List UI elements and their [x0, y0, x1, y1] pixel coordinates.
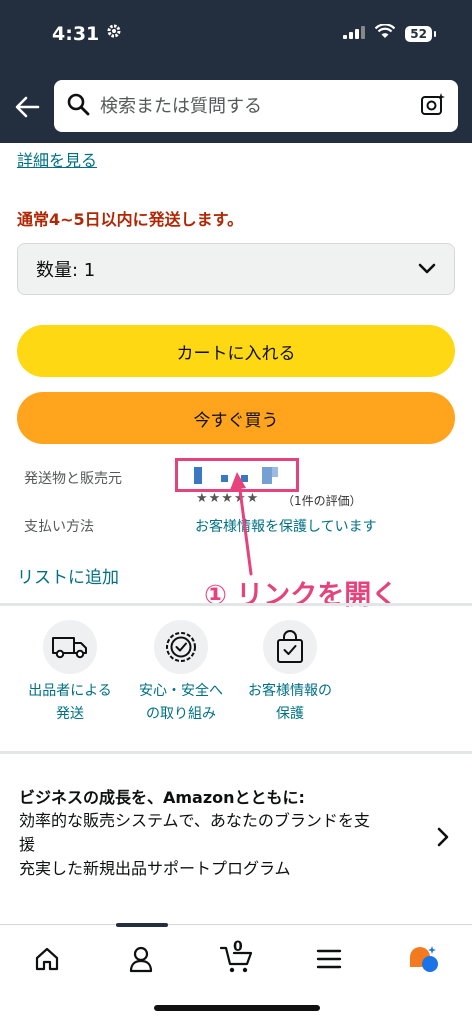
- section-divider: [0, 603, 472, 606]
- annotation-arrow: [230, 472, 253, 576]
- feature-label-line1: 安心・安全へ: [139, 683, 223, 699]
- wifi-icon: [374, 23, 396, 43]
- signal-icon: [343, 24, 366, 43]
- nav-home[interactable]: [27, 943, 67, 979]
- payment-secure-link[interactable]: お客様情報を保護しています: [195, 516, 377, 536]
- clock-text: 4:31: [52, 22, 100, 45]
- camera-search-icon[interactable]: [420, 91, 446, 121]
- truck-icon: [43, 620, 97, 674]
- gear-icon: [105, 22, 123, 45]
- business-promo-line: 援: [19, 835, 36, 854]
- quantity-select[interactable]: 数量: 1: [17, 243, 455, 295]
- feature-seller-shipping[interactable]: 出品者による 発送: [10, 620, 130, 726]
- buy-now-button[interactable]: 今すぐ買う: [17, 392, 455, 444]
- back-arrow-icon[interactable]: [12, 92, 42, 122]
- status-time: 4:31: [52, 22, 123, 45]
- home-indicator: [154, 1005, 320, 1011]
- business-promo-line: 充実した新規出品サポートプログラム: [19, 859, 291, 878]
- user-icon: [128, 945, 154, 977]
- chevron-down-icon: [418, 259, 436, 280]
- feature-label-line2: 発送: [56, 706, 84, 722]
- home-icon: [34, 946, 60, 976]
- assistant-icon: [406, 944, 440, 978]
- app-header: 4:31 52: [0, 0, 472, 143]
- badge-check-icon: [154, 620, 208, 674]
- quantity-label: 数量: 1: [36, 260, 96, 281]
- active-tab-indicator: [116, 923, 168, 927]
- menu-icon: [316, 948, 342, 974]
- business-promo-title: ビジネスの成長を、Amazonとともに:: [19, 788, 305, 807]
- search-icon: [66, 92, 90, 120]
- status-icons: 52: [343, 23, 436, 43]
- feature-label-line1: お客様情報の: [248, 683, 332, 699]
- feature-label-line2: の取り組み: [146, 706, 216, 722]
- nav-assistant[interactable]: [403, 943, 443, 979]
- payment-label: 支払い方法: [24, 519, 94, 535]
- add-to-list-link[interactable]: リストに追加: [17, 563, 119, 588]
- delivery-message: 通常4~5日以内に発送します。: [17, 210, 244, 229]
- nav-cart[interactable]: 0: [217, 939, 257, 979]
- see-details-link[interactable]: 詳細を見る: [17, 147, 97, 171]
- feature-label-line2: 保護: [276, 706, 304, 722]
- cart-count: 0: [233, 939, 243, 955]
- search-bar[interactable]: [54, 80, 458, 132]
- nav-account[interactable]: [121, 943, 161, 979]
- search-input[interactable]: [100, 95, 420, 117]
- add-to-cart-button[interactable]: カートに入れる: [17, 325, 455, 377]
- rating-count[interactable]: （1件の評価）: [282, 492, 362, 509]
- business-promo-line: 効率的な販売システムで、あなたのブランドを支: [19, 811, 370, 830]
- secure-bag-icon: [263, 620, 317, 674]
- section-divider: [0, 751, 472, 754]
- ships-from-label: 発送物と販売元: [24, 471, 122, 487]
- feature-privacy[interactable]: お客様情報の 保護: [230, 620, 350, 726]
- business-promo[interactable]: ビジネスの成長を、Amazonとともに: 効率的な販売システムで、あなたのブラン…: [19, 787, 429, 881]
- feature-safety[interactable]: 安心・安全へ の取り組み: [121, 620, 241, 726]
- feature-label-line1: 出品者による: [28, 683, 112, 699]
- annotation-label: ① リンクを開く: [204, 580, 399, 611]
- nav-menu[interactable]: [309, 943, 349, 979]
- battery-indicator: 52: [405, 25, 436, 42]
- chevron-right-icon[interactable]: [436, 826, 450, 852]
